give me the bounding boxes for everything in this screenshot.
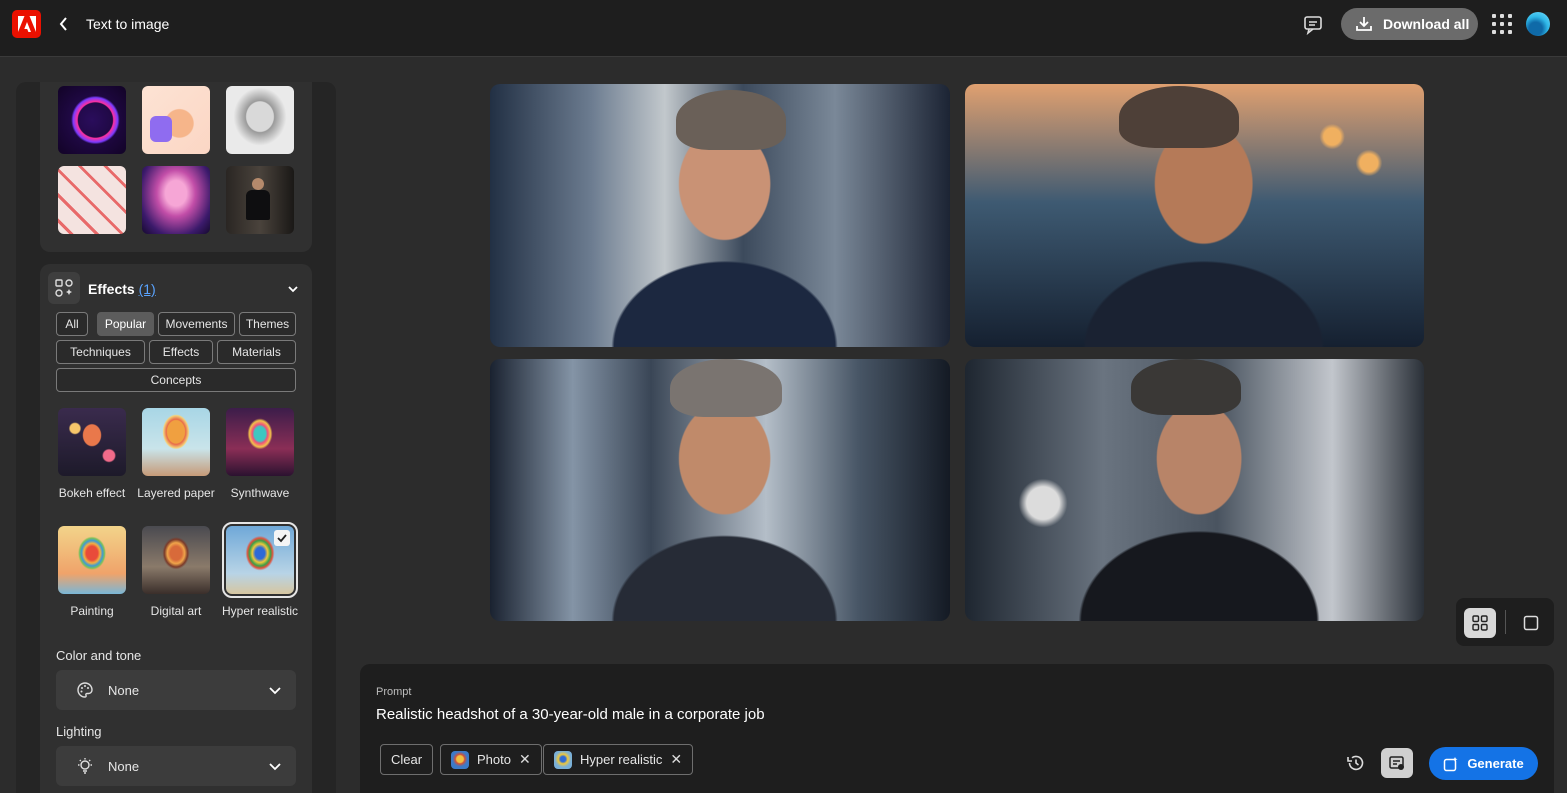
effect-label: Bokeh effect: [58, 486, 126, 500]
effect-synthwave[interactable]: Synthwave: [218, 408, 302, 500]
filter-chip-techniques[interactable]: Techniques: [56, 340, 145, 364]
hyper-realistic-thumbnail-icon: [554, 750, 572, 769]
style-thumbnail[interactable]: [58, 166, 126, 234]
style-thumbnail[interactable]: [226, 86, 294, 154]
feedback-icon[interactable]: [1302, 13, 1324, 36]
effect-painting[interactable]: Painting: [50, 526, 134, 618]
clear-button[interactable]: Clear: [380, 744, 434, 775]
style-thumbnail[interactable]: [226, 166, 294, 234]
filter-chip-materials[interactable]: Materials: [217, 340, 296, 364]
view-toggle: [1456, 598, 1554, 646]
filter-chip-popular[interactable]: Popular: [97, 312, 154, 336]
close-icon[interactable]: ✕: [519, 751, 531, 768]
close-icon[interactable]: ✕: [670, 751, 682, 768]
effect-label: Painting: [70, 604, 114, 618]
photo-thumbnail-icon: [451, 750, 469, 769]
top-bar: Text to image Download all: [0, 0, 1567, 57]
generated-image[interactable]: [490, 359, 950, 621]
chevron-down-icon: [269, 763, 281, 771]
divider: [1505, 610, 1506, 634]
download-all-button[interactable]: Download all: [1341, 8, 1478, 40]
effect-label: Layered paper: [137, 486, 215, 500]
effects-title[interactable]: Effects (1): [88, 281, 156, 297]
chevron-down-icon: [269, 687, 281, 695]
generate-sparkle-icon: [1444, 756, 1458, 771]
settings-panel: Effects (1) All Popular Movements Themes…: [16, 82, 336, 793]
single-view-icon[interactable]: [1516, 608, 1546, 638]
filter-chip-themes[interactable]: Themes: [239, 312, 296, 336]
avatar[interactable]: [1526, 12, 1550, 36]
generate-button[interactable]: Generate: [1429, 747, 1538, 780]
prompt-bar: Prompt Realistic headshot of a 30-year-o…: [360, 664, 1554, 793]
apps-grid-icon[interactable]: [1492, 14, 1512, 34]
clear-label: Clear: [391, 752, 423, 767]
lighting-select[interactable]: None: [56, 746, 296, 786]
style-thumbnail[interactable]: [142, 166, 210, 234]
effects-count[interactable]: (1): [139, 281, 156, 297]
adobe-logo-icon[interactable]: [12, 10, 41, 38]
lighting-value: None: [108, 758, 140, 774]
prompt-chip-photo[interactable]: Photo ✕: [440, 744, 542, 775]
effect-label: Synthwave: [230, 486, 290, 500]
generated-image[interactable]: [965, 84, 1424, 347]
effect-thumbnail: [58, 526, 126, 594]
effect-thumbnail: [58, 408, 126, 476]
effect-label: Hyper realistic: [221, 604, 299, 618]
style-thumbnail[interactable]: [58, 86, 126, 154]
chevron-down-icon[interactable]: [286, 282, 300, 296]
checkmark-icon: [274, 530, 290, 546]
effect-thumbnail: [226, 408, 294, 476]
color-tone-value: None: [108, 682, 140, 698]
palette-icon: [77, 682, 93, 698]
generate-label: Generate: [1467, 756, 1524, 771]
filter-chip-all[interactable]: All: [56, 312, 88, 336]
prompt-chip-hyper-realistic[interactable]: Hyper realistic ✕: [543, 744, 694, 775]
effects-title-text: Effects: [88, 281, 135, 297]
chip-label: Hyper realistic: [580, 752, 663, 767]
download-all-label: Download all: [1383, 16, 1470, 32]
effect-digital-art[interactable]: Digital art: [134, 526, 218, 618]
history-icon[interactable]: [1346, 753, 1366, 773]
effect-thumbnail: [142, 526, 210, 594]
style-reference-card: [40, 82, 312, 252]
lighting-label: Lighting: [56, 724, 102, 739]
prompt-label: Prompt: [376, 686, 412, 698]
generated-image[interactable]: [965, 359, 1424, 621]
effect-label: Digital art: [150, 604, 202, 618]
lightbulb-icon: [78, 758, 92, 774]
effects-section: Effects (1) All Popular Movements Themes…: [40, 264, 312, 793]
effects-icon: [48, 272, 80, 304]
effect-thumbnail: [142, 408, 210, 476]
effect-thumbnail: [222, 522, 298, 598]
effect-hyper-realistic[interactable]: Hyper realistic: [218, 522, 302, 618]
prompt-input[interactable]: Realistic headshot of a 30-year-old male…: [376, 706, 765, 723]
grid-view-icon[interactable]: [1464, 608, 1496, 638]
effect-layered-paper[interactable]: Layered paper: [134, 408, 218, 500]
download-icon: [1356, 17, 1372, 31]
filter-chip-movements[interactable]: Movements: [158, 312, 235, 336]
page-title: Text to image: [86, 16, 170, 32]
color-tone-label: Color and tone: [56, 648, 142, 663]
style-reference-icon[interactable]: [1381, 748, 1413, 778]
back-arrow-icon[interactable]: [58, 14, 76, 34]
effect-bokeh[interactable]: Bokeh effect: [50, 408, 134, 500]
filter-chip-concepts[interactable]: Concepts: [56, 368, 296, 392]
chip-label: Photo: [477, 752, 511, 767]
filter-chip-effects[interactable]: Effects: [149, 340, 213, 364]
color-tone-select[interactable]: None: [56, 670, 296, 710]
generated-image[interactable]: [490, 84, 950, 347]
style-thumbnail[interactable]: [142, 86, 210, 154]
